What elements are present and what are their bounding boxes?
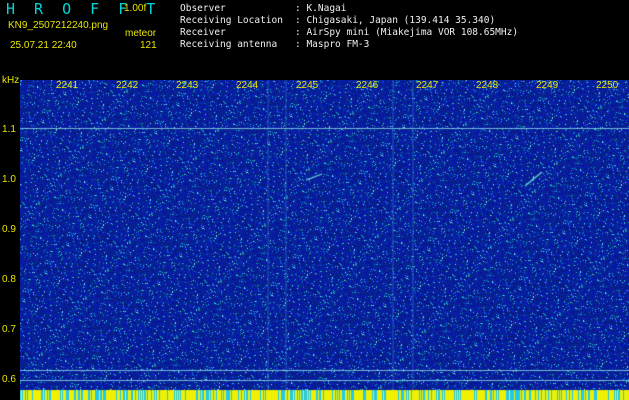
info-location: Receiving Location: Chigasaki, Japan (13… [180, 15, 496, 26]
axis-unit-label: kHz [2, 75, 20, 86]
x-tick-label: 2243 [176, 80, 199, 91]
y-tick-label: 1.0 [2, 174, 16, 185]
x-tick-label: 2242 [116, 80, 139, 91]
y-tick-label: 0.9 [2, 224, 16, 235]
x-tick-label: 2250 [596, 80, 619, 91]
x-tick-label: 2248 [476, 80, 499, 91]
info-observer: Observer: K.Nagai [180, 3, 347, 14]
x-tick-label: 2249 [536, 80, 559, 91]
mode-label: meteor [125, 28, 157, 39]
y-tick-label: 0.7 [2, 324, 16, 335]
count-label: 121 [140, 40, 157, 51]
y-tick-label: 0.8 [2, 274, 16, 285]
x-tick-label: 2244 [236, 80, 259, 91]
datetime-label: 25.07.21 22:40 [10, 40, 77, 51]
y-tick-label: 1.1 [2, 124, 16, 135]
x-tick-label: 2241 [56, 80, 79, 91]
version-label: 1.00f [124, 3, 147, 14]
info-receiver: Receiver: AirSpy mini (Miakejima VOR 108… [180, 27, 519, 38]
spectrogram [20, 80, 629, 400]
info-antenna: Receiving antenna: Maspro FM-3 [180, 39, 370, 50]
x-tick-label: 2246 [356, 80, 379, 91]
x-tick-label: 2247 [416, 80, 439, 91]
header: H R O F F T 1.00f KN9_2507212240.png met… [0, 0, 629, 80]
x-tick-label: 2245 [296, 80, 319, 91]
filename-label: KN9_2507212240.png [8, 20, 109, 31]
y-tick-label: 0.6 [2, 374, 16, 385]
